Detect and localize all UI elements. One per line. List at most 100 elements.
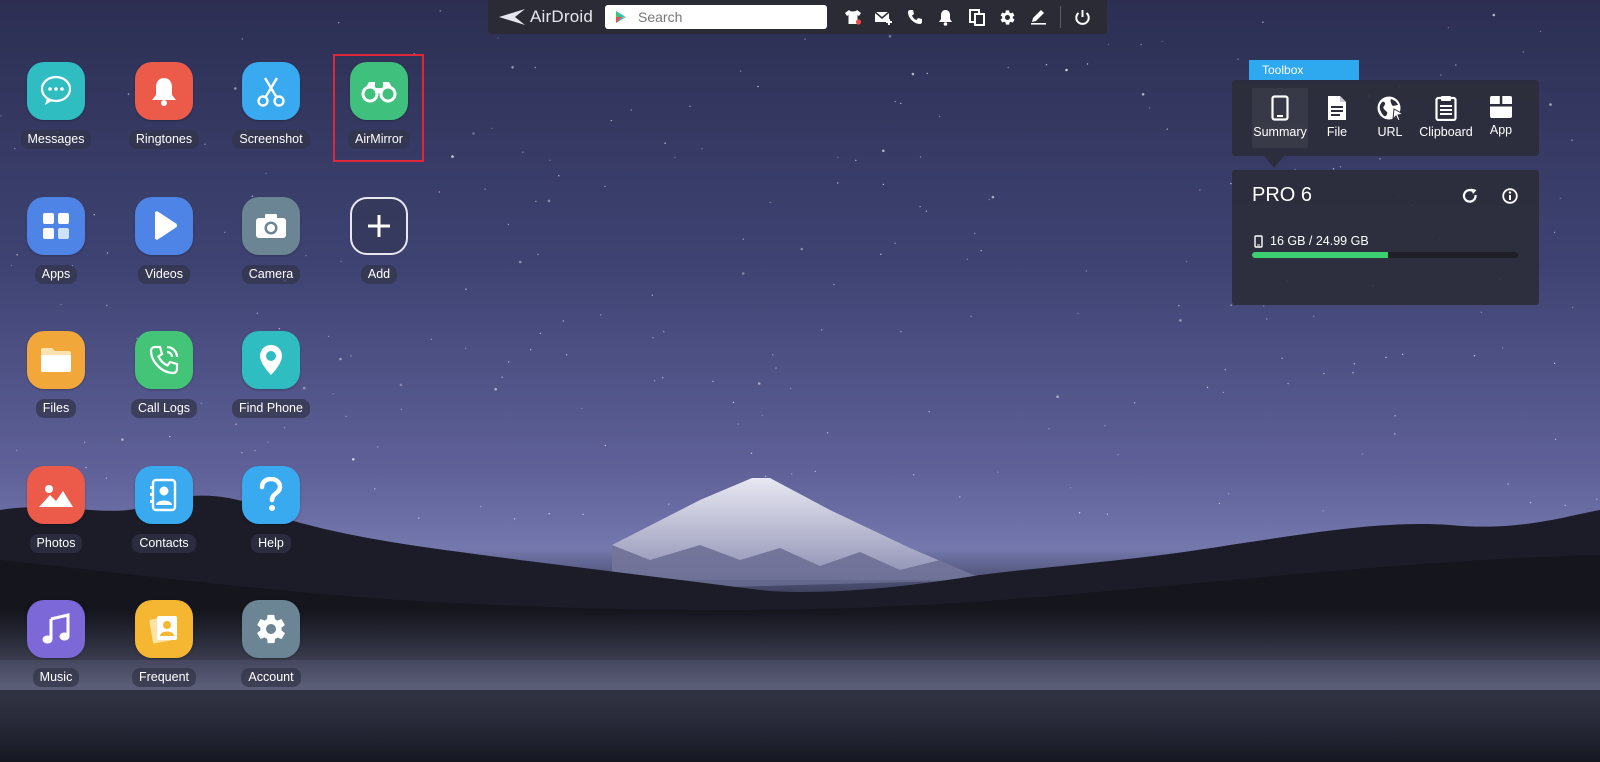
tool-url[interactable]: URL xyxy=(1365,88,1415,148)
star xyxy=(60,303,62,306)
info-icon[interactable] xyxy=(1498,184,1522,208)
star xyxy=(1065,68,1068,72)
app-find-phone[interactable]: Find Phone xyxy=(221,324,321,434)
star xyxy=(497,37,499,39)
star xyxy=(438,191,441,193)
star xyxy=(668,503,670,505)
star xyxy=(1492,13,1496,17)
app-tile xyxy=(27,466,85,524)
star xyxy=(1077,312,1079,314)
star xyxy=(980,250,982,252)
star xyxy=(1266,318,1268,320)
grid-icon xyxy=(43,213,69,239)
star xyxy=(1447,27,1450,29)
bell-icon[interactable] xyxy=(930,2,961,32)
star xyxy=(1473,355,1476,357)
star xyxy=(919,156,922,158)
location-pin-icon xyxy=(260,345,282,375)
star xyxy=(900,102,902,105)
app-airmirror[interactable]: AirMirror xyxy=(329,55,429,165)
star xyxy=(925,210,928,212)
refresh-icon[interactable] xyxy=(1458,184,1482,208)
folder-icon xyxy=(41,348,71,372)
star xyxy=(507,361,510,363)
app-messages[interactable]: Messages xyxy=(6,55,106,165)
app-files[interactable]: Files xyxy=(6,324,106,434)
app-videos[interactable]: Videos xyxy=(114,190,214,300)
app-apps[interactable]: Apps xyxy=(6,190,106,300)
star xyxy=(267,441,269,443)
airdroid-logo[interactable]: AirDroid xyxy=(498,7,603,27)
phone-icon xyxy=(149,345,179,375)
star xyxy=(814,470,816,473)
tool-label: File xyxy=(1326,125,1348,139)
app-account[interactable]: Account xyxy=(221,593,321,703)
app-help[interactable]: Help xyxy=(221,459,321,569)
power-icon[interactable] xyxy=(1067,2,1098,32)
star xyxy=(926,72,928,75)
clipboard-icon xyxy=(1435,96,1457,121)
storage-progress-fill xyxy=(1252,252,1388,258)
camera-icon xyxy=(256,214,286,238)
star xyxy=(1313,315,1315,317)
app-ringtones[interactable]: Ringtones xyxy=(114,55,214,165)
tool-file[interactable]: File xyxy=(1312,88,1362,148)
logo-text: AirDroid xyxy=(530,7,594,26)
app-photos[interactable]: Photos xyxy=(6,459,106,569)
star xyxy=(894,100,896,103)
app-contacts[interactable]: Contacts xyxy=(114,459,214,569)
app-label: Ringtones xyxy=(128,130,200,149)
search-input[interactable] xyxy=(636,8,820,26)
star xyxy=(339,357,342,361)
app-label: Music xyxy=(32,668,80,687)
star xyxy=(1104,425,1106,427)
star xyxy=(518,260,522,264)
star xyxy=(1554,438,1557,440)
app-camera[interactable]: Camera xyxy=(221,190,321,300)
app-tile xyxy=(242,331,300,389)
star xyxy=(581,407,583,410)
mail-add-icon[interactable] xyxy=(868,2,899,32)
shirt-icon[interactable] xyxy=(837,2,868,32)
star xyxy=(494,387,498,391)
star xyxy=(855,159,857,162)
star xyxy=(547,199,551,203)
pen-icon[interactable] xyxy=(1023,2,1054,32)
search-box[interactable] xyxy=(605,5,827,29)
app-tile xyxy=(242,62,300,120)
app-tile xyxy=(350,197,408,255)
app-tile xyxy=(27,331,85,389)
star xyxy=(1394,433,1396,435)
star xyxy=(1048,428,1050,430)
app-call-logs[interactable]: Call Logs xyxy=(114,324,214,434)
app-tile xyxy=(135,466,193,524)
gear-icon[interactable] xyxy=(992,2,1023,32)
star xyxy=(674,156,676,159)
app-screenshot[interactable]: Screenshot xyxy=(221,55,321,165)
app-box-icon xyxy=(1490,96,1512,118)
star xyxy=(537,253,539,256)
phone-icon[interactable] xyxy=(899,2,930,32)
star xyxy=(1107,43,1110,46)
app-music[interactable]: Music xyxy=(6,593,106,703)
toolbox-title-tab[interactable]: Toolbox xyxy=(1249,60,1359,80)
star xyxy=(737,423,739,425)
tool-clipboard[interactable]: Clipboard xyxy=(1416,88,1476,148)
star xyxy=(1401,353,1404,355)
star xyxy=(472,132,475,135)
star xyxy=(662,377,664,379)
star xyxy=(254,449,256,452)
star xyxy=(757,382,761,385)
star xyxy=(522,151,524,153)
star xyxy=(106,304,108,307)
star xyxy=(775,367,777,369)
app-frequent[interactable]: Frequent xyxy=(114,593,214,703)
tool-app[interactable]: App xyxy=(1479,88,1523,148)
plus-icon xyxy=(368,215,390,237)
tool-label: URL xyxy=(1377,125,1403,139)
app-tile xyxy=(135,600,193,658)
copy-icon[interactable] xyxy=(961,2,992,32)
tool-summary[interactable]: Summary xyxy=(1252,88,1308,148)
star xyxy=(1106,513,1109,515)
app-add[interactable]: Add xyxy=(329,190,429,300)
